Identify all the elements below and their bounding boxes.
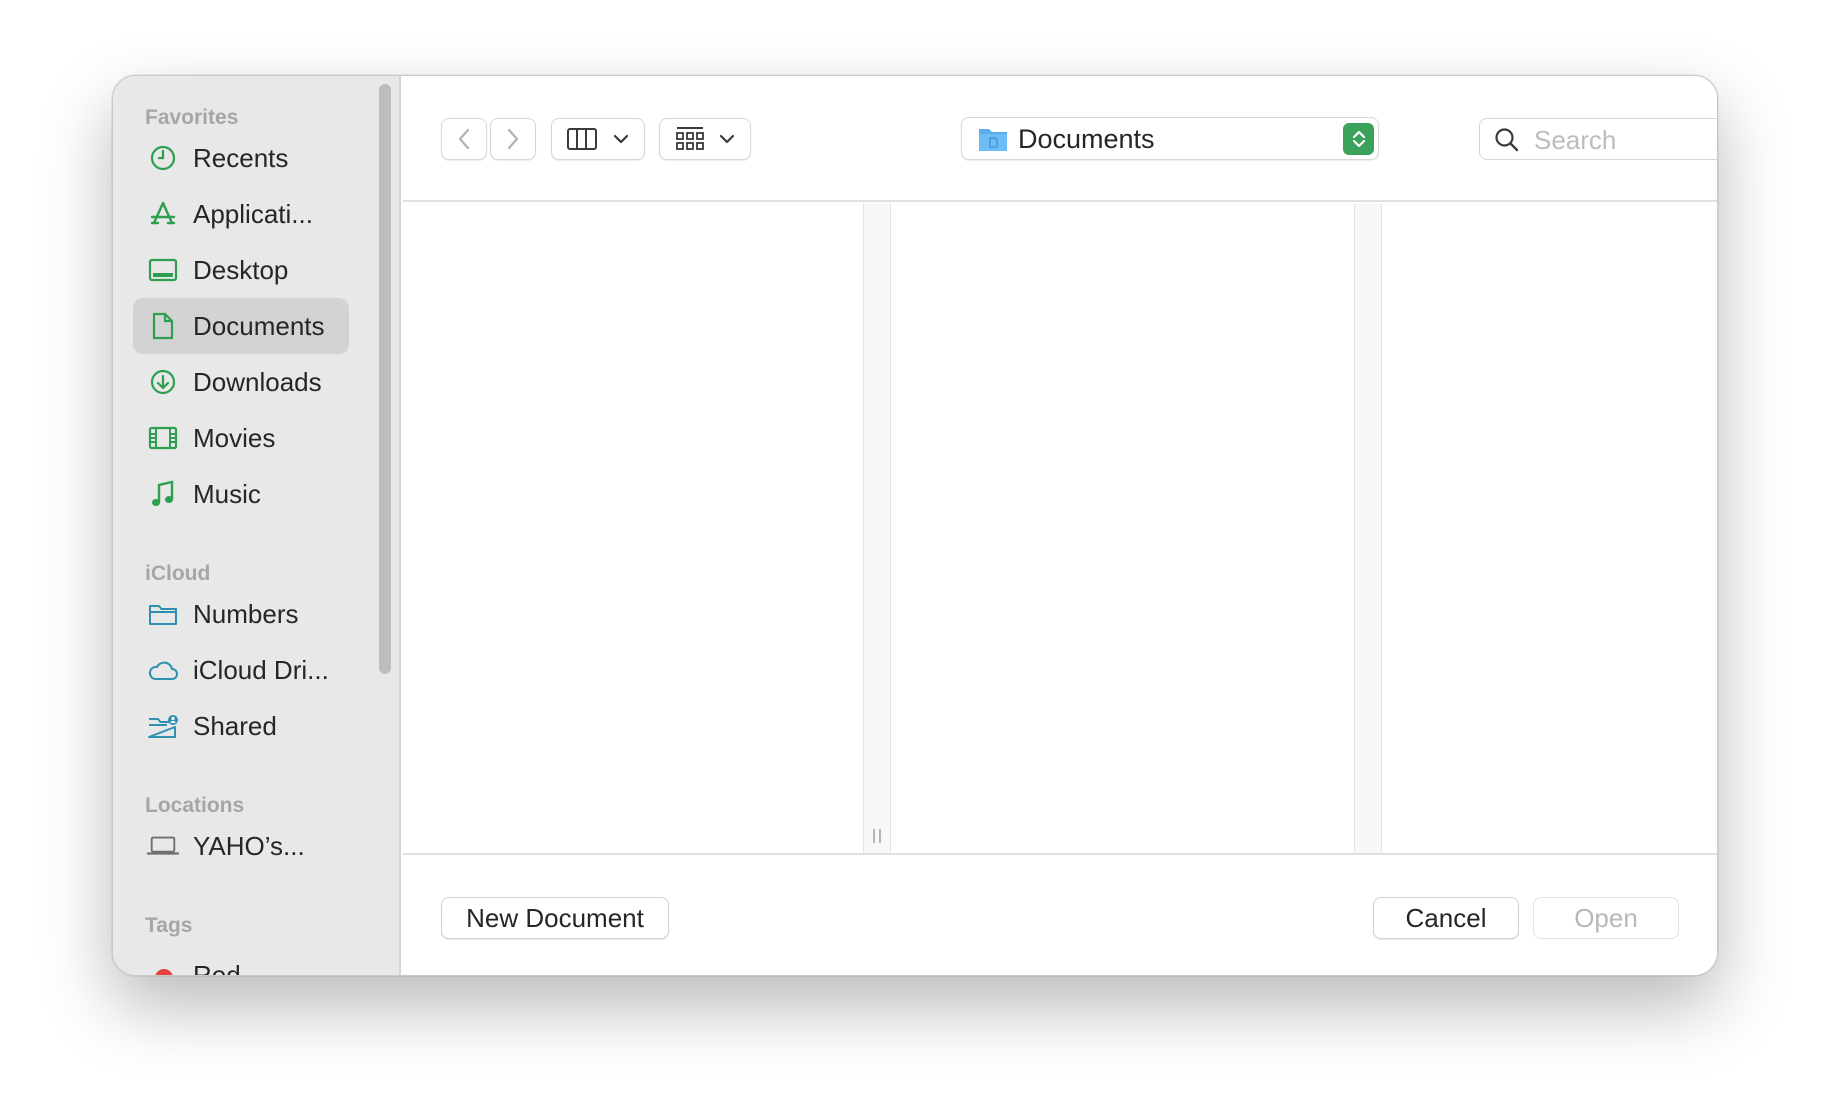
sidebar-item-label: Recents: [193, 142, 289, 173]
sidebar-item-movies[interactable]: Movies: [133, 410, 349, 466]
toolbar: Documents: [403, 76, 1717, 202]
sidebar-item-documents[interactable]: Documents: [133, 298, 349, 354]
section-tags-title: Tags: [145, 914, 193, 937]
red-tag-icon[interactable]: [155, 969, 173, 975]
sidebar-item-numbers[interactable]: Numbers: [133, 586, 349, 642]
chevron-down-icon: [719, 134, 735, 144]
music-note-icon: [147, 478, 179, 510]
open-dialog-window: Favorites Recents Applicati... Desktop D…: [112, 75, 1718, 976]
applications-icon: [147, 198, 179, 230]
location-popup[interactable]: Documents: [961, 117, 1379, 160]
sidebar-item-label: Music: [193, 478, 261, 509]
section-icloud-title: iCloud: [145, 562, 211, 585]
sidebar-item-applications[interactable]: Applicati...: [133, 186, 349, 242]
chevron-left-icon: [458, 128, 470, 150]
download-icon: [147, 366, 179, 398]
browser-column-3[interactable]: [1382, 203, 1717, 853]
sidebar-item-downloads[interactable]: Downloads: [133, 354, 349, 410]
document-icon: [147, 310, 179, 342]
cloud-icon: [147, 654, 179, 686]
view-mode-button[interactable]: [551, 118, 645, 160]
chevron-right-icon: [507, 128, 519, 150]
sidebar-item-shared[interactable]: Shared: [133, 698, 349, 754]
file-browser-columns: [403, 203, 1717, 853]
sidebar-item-desktop[interactable]: Desktop: [133, 242, 349, 298]
sidebar-item-computer[interactable]: YAHO’s...: [133, 818, 349, 874]
column-resize-handle[interactable]: [873, 829, 881, 843]
clock-icon: [147, 142, 179, 174]
folder-icon: [147, 598, 179, 630]
browser-column-2[interactable]: [891, 203, 1354, 853]
search-input[interactable]: [1534, 125, 1717, 155]
sidebar-item-label: Documents: [193, 310, 325, 341]
sidebar-item-tag-red[interactable]: Red: [193, 960, 241, 975]
laptop-icon: [147, 830, 179, 862]
grid-group-icon: [676, 127, 704, 150]
sidebar-item-label: YAHO’s...: [193, 830, 305, 861]
sidebar-scrollbar[interactable]: [379, 84, 391, 674]
desktop-icon: [147, 254, 179, 286]
shared-folder-icon: [147, 710, 179, 742]
column-divider[interactable]: [1354, 203, 1382, 853]
sidebar-item-label: Downloads: [193, 366, 322, 397]
column-divider[interactable]: [863, 203, 891, 853]
browser-column-1[interactable]: [403, 203, 863, 853]
chevron-down-icon: [613, 134, 629, 144]
sidebar-item-label: Shared: [193, 710, 277, 741]
blue-folder-icon: [979, 129, 1007, 151]
cancel-button[interactable]: Cancel: [1373, 897, 1519, 939]
search-field[interactable]: [1479, 118, 1717, 160]
group-button[interactable]: [659, 118, 751, 160]
popup-stepper-icon: [1343, 123, 1374, 155]
open-button[interactable]: Open: [1533, 897, 1679, 939]
column-view-icon: [567, 128, 597, 150]
sidebar-item-icloud-drive[interactable]: iCloud Dri...: [133, 642, 349, 698]
sidebar: Favorites Recents Applicati... Desktop D…: [113, 76, 401, 975]
sidebar-item-recents[interactable]: Recents: [133, 130, 349, 186]
sidebar-item-label: Desktop: [193, 254, 289, 285]
new-document-button[interactable]: New Document: [441, 897, 669, 939]
search-icon: [1495, 128, 1519, 152]
dialog-footer: New Document Cancel Open: [403, 853, 1717, 975]
sidebar-item-label: Numbers: [193, 598, 299, 629]
sidebar-item-label: Movies: [193, 422, 276, 453]
forward-button[interactable]: [490, 118, 536, 160]
location-label: Documents: [1018, 124, 1155, 154]
film-icon: [147, 422, 179, 454]
section-locations-title: Locations: [145, 794, 245, 817]
sidebar-item-label: iCloud Dri...: [193, 654, 329, 685]
sidebar-item-music[interactable]: Music: [133, 466, 349, 522]
sidebar-item-label: Applicati...: [193, 198, 313, 229]
back-button[interactable]: [441, 118, 487, 160]
section-favorites-title: Favorites: [145, 106, 239, 129]
